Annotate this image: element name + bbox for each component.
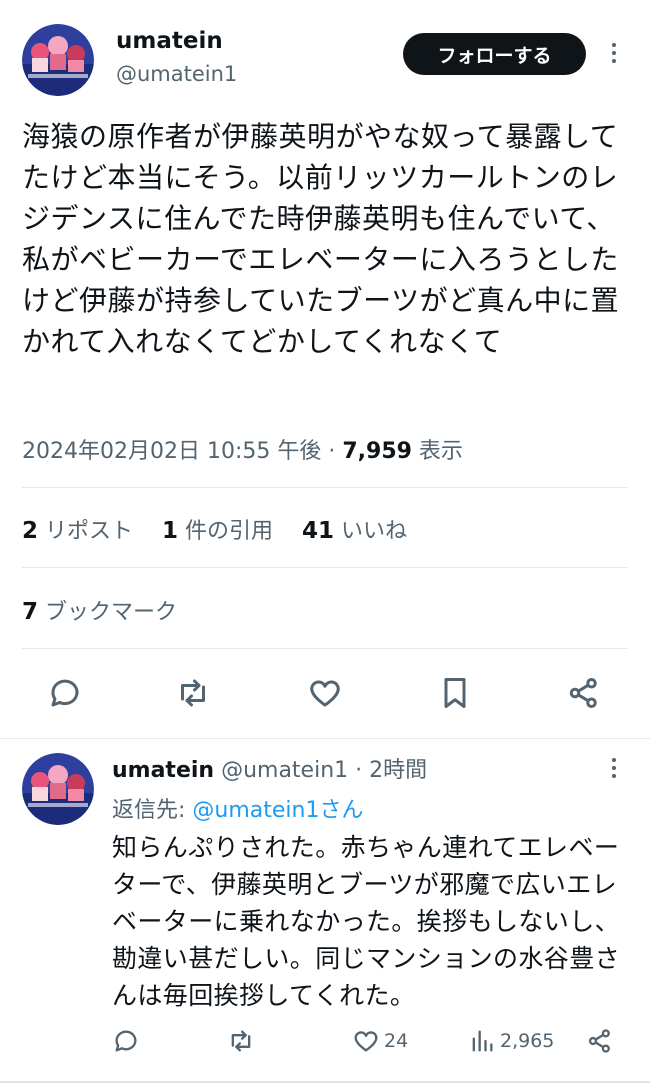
reply-icon [115,1030,137,1052]
views-count: 7,959 [342,439,412,464]
bookmark-icon[interactable] [437,675,473,711]
likes-stat[interactable]: 41 いいね [302,518,407,544]
like-icon [354,1031,378,1052]
views-icon [472,1030,493,1052]
more-options-icon[interactable] [609,41,619,67]
timestamp[interactable]: 2024年02月02日 10:55 午後 · [22,439,342,464]
share-icon[interactable] [566,675,602,711]
views-label: 表示 [411,439,463,464]
divider [22,567,628,568]
divider [22,487,628,488]
reply-to: 返信先: @umatein1さん [112,798,364,823]
avatar[interactable] [22,24,94,96]
repost-icon [231,1030,251,1052]
reply-views-button[interactable]: 2,965 [468,1025,554,1057]
reply-text: 知らんぷりされた。赤ちゃん連れてエレベーターで、伊藤英明とブーツが邪魔で広いエレ… [112,833,621,1010]
engagement-stats: 2 リポスト 1 件の引用 41 いいね [22,513,429,545]
reply-likes-count: 24 [384,1030,409,1052]
reply-header: umatein @umatein1 · 2時間 [112,752,427,784]
repost-icon[interactable] [175,675,211,711]
reply-share-button[interactable] [586,1025,618,1057]
reply-like-button[interactable]: 24 [352,1025,408,1057]
tweet-text: 海猿の原作者が伊藤英明がやな奴って暴露してたけど本当にそう。以前リッツカールトン… [22,120,620,358]
follow-button[interactable]: フォローする [403,33,586,75]
like-icon[interactable] [307,675,343,711]
reposts-stat[interactable]: 2 リポスト [22,518,133,544]
reply-views-count: 2,965 [500,1030,555,1052]
reply-more-options-icon[interactable] [609,756,619,782]
main-tweet: umatein @umatein1 フォローする 海猿の原作者が伊藤英明がやな奴… [0,0,650,738]
reply-display-name[interactable]: umatein [112,758,214,783]
reply-to-link[interactable]: @umatein1さん [192,798,363,823]
reply-reply-button[interactable] [112,1025,144,1057]
reply-avatar[interactable] [22,753,94,825]
reply-repost-button[interactable] [227,1025,259,1057]
divider [22,648,628,649]
bottom-divider [0,1081,650,1083]
display-name[interactable]: umatein [116,28,223,54]
handle[interactable]: @umatein1 [116,62,237,86]
reply-icon[interactable] [47,675,83,711]
tweet-meta: 2024年02月02日 10:55 午後 · 7,959 表示 [22,433,463,465]
share-icon [588,1029,610,1053]
reply-handle-time[interactable]: @umatein1 · 2時間 [214,758,427,783]
section-divider [0,738,650,739]
bookmarks-stat: 7 ブックマーク [22,599,178,625]
quotes-stat[interactable]: 1 件の引用 [162,518,273,544]
